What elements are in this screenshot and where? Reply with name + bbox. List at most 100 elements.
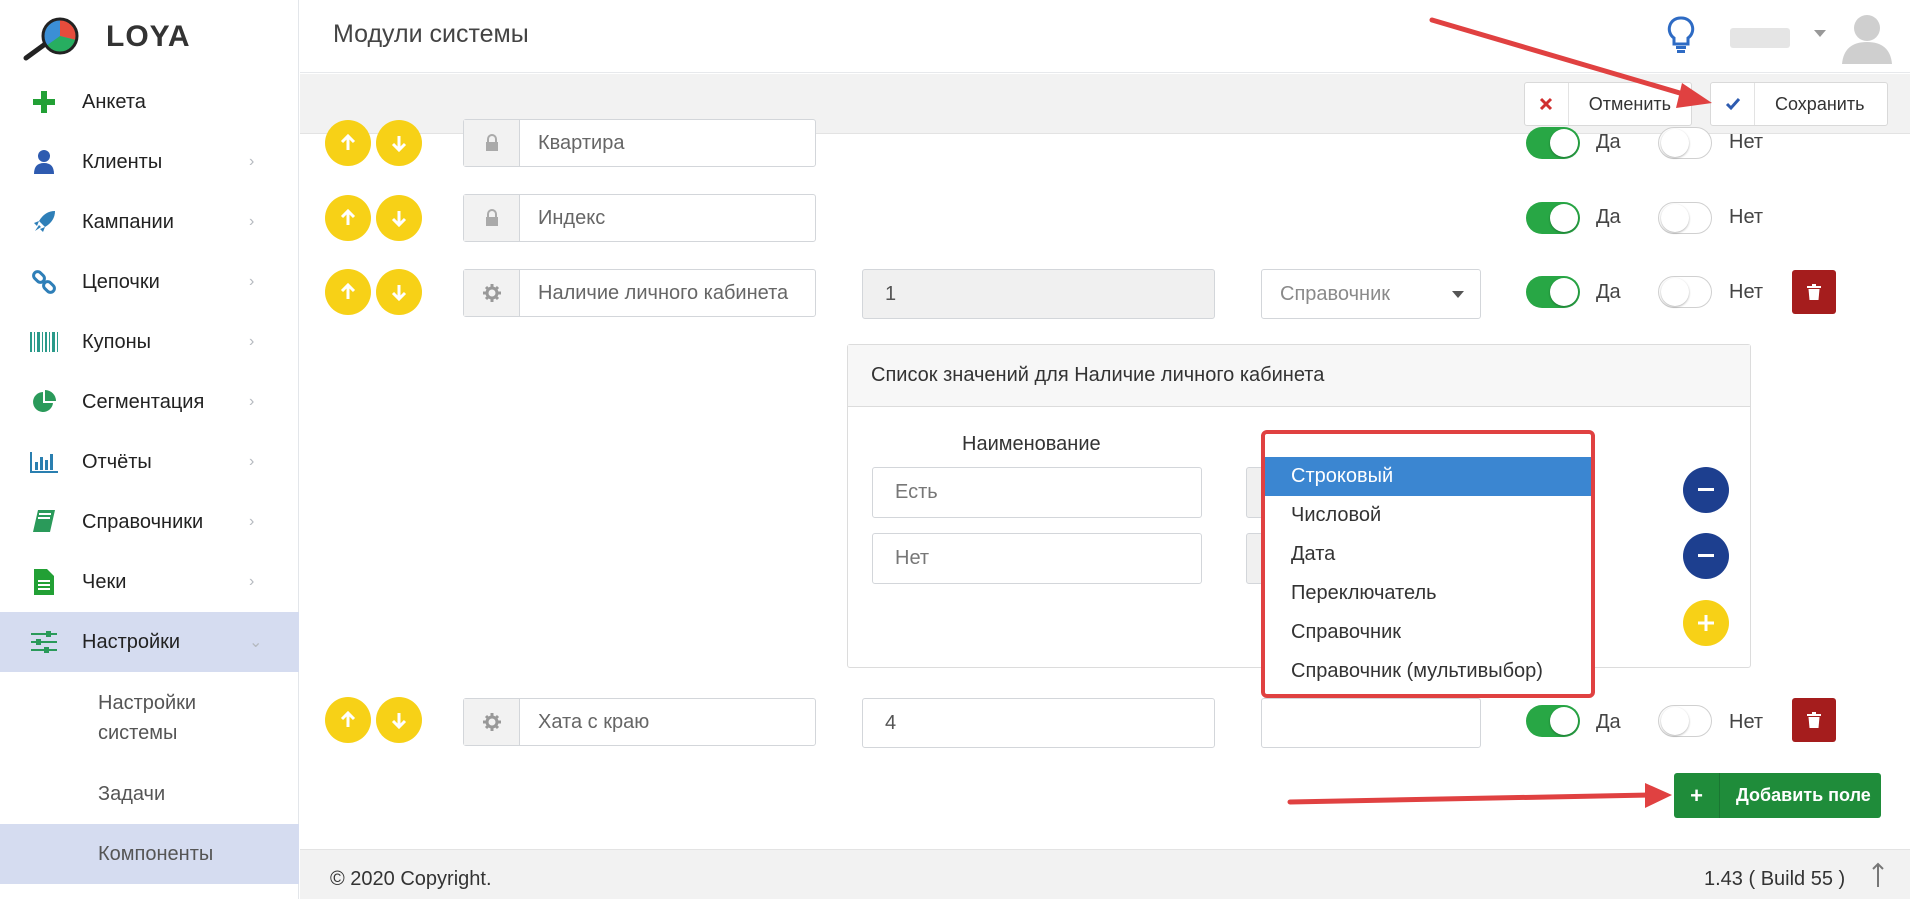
dropdown-option-date[interactable]: Дата [1265,535,1591,574]
logo[interactable] [22,14,84,64]
sidebar-item-questionnaire[interactable]: Анкета [0,72,299,132]
dropdown-option-string[interactable]: Строковый [1265,457,1591,496]
scroll-to-top-icon[interactable] [1871,862,1885,893]
sidebar-item-receipts[interactable]: Чеки › [0,552,299,612]
toggle-no[interactable] [1658,127,1712,159]
toggle-yes[interactable] [1526,276,1580,308]
toggle-no[interactable] [1658,705,1712,737]
field-name-input[interactable]: Индекс [463,194,816,242]
move-down-button[interactable] [376,120,422,166]
toggle-no[interactable] [1658,202,1712,234]
arrow-up-icon [340,209,356,225]
annotation-arrow-add-field [1287,792,1653,805]
sidebar: LOYA Анкета Клиенты › Кампании › Цепочки… [0,0,299,899]
sidebar-subitem-label: Компоненты [98,843,214,865]
toggle-yes[interactable] [1526,202,1580,234]
move-up-button[interactable] [325,697,371,743]
plus-icon [28,86,60,118]
sidebar-subitem-components[interactable]: Компоненты [0,824,299,884]
dropdown-option-directory[interactable]: Справочник [1265,613,1591,652]
lock-icon [464,120,520,166]
sidebar-item-chains[interactable]: Цепочки › [0,252,299,312]
cancel-label: Отменить [1588,93,1671,114]
minus-icon [1698,488,1714,491]
sidebar-item-directories[interactable]: Справочники › [0,492,299,552]
save-button[interactable]: Сохранить [1710,82,1888,126]
chevron-down-icon: ⌄ [249,634,263,651]
sidebar-item-reports[interactable]: Отчёты › [0,432,299,492]
dropdown-option-directory-multi[interactable]: Справочник (мультивыбор) [1265,652,1591,691]
cancel-button[interactable]: Отменить [1524,82,1692,126]
value-name-input[interactable]: Есть [872,467,1202,518]
sidebar-item-segmentation[interactable]: Сегментация › [0,372,299,432]
sidebar-subitem-tasks[interactable]: Задачи [0,764,299,824]
sidebar-item-clients[interactable]: Клиенты › [0,132,299,192]
chevron-right-icon: › [249,393,255,410]
move-up-button[interactable] [325,120,371,166]
dropdown-option-number[interactable]: Числовой [1265,496,1591,535]
version: 1.43 ( Build 55 ) [1704,868,1846,890]
arrow-down-icon [391,136,407,152]
move-up-button[interactable] [325,195,371,241]
user-name-blurred[interactable] [1730,28,1790,48]
arrow-down-icon [391,285,407,301]
sidebar-item-label: Чеки [82,570,127,593]
dropdown-option-switch[interactable]: Переключатель [1265,574,1591,613]
toggle-yes-label: Да [1596,131,1621,153]
avatar[interactable] [1840,10,1894,69]
chevron-right-icon: › [249,213,255,230]
document-icon [28,566,60,598]
field-name: Наличие личного кабинета [538,281,789,304]
sidebar-item-coupons[interactable]: Купоны › [0,312,299,372]
toggle-no-label: Нет [1729,711,1764,733]
field-order-input[interactable]: 1 [862,269,1215,319]
field-name-input[interactable]: Хата с краю [463,698,816,746]
footer: © 2020 Copyright. 1.43 ( Build 55 ) [300,849,1910,899]
field-order-input[interactable]: 4 [862,698,1215,748]
toggle-no[interactable] [1658,276,1712,308]
value-name-input[interactable]: Нет [872,533,1202,584]
gear-icon [464,699,520,745]
plus-icon [1698,615,1714,631]
field-type-dropdown: Строковый Числовой Дата Переключатель Сп… [1261,430,1595,698]
field-type-select[interactable] [1261,698,1481,748]
toggle-yes[interactable] [1526,705,1580,737]
arrow-up-icon [340,134,356,150]
sidebar-item-settings[interactable]: Настройки ⌄ [0,612,299,672]
sliders-icon [28,626,60,658]
move-down-button[interactable] [376,697,422,743]
add-value-button[interactable] [1683,600,1729,646]
sidebar-item-campaigns[interactable]: Кампании › [0,192,299,252]
move-down-button[interactable] [376,195,422,241]
add-field-button[interactable]: + Добавить поле [1674,773,1881,818]
field-name: Хата с краю [538,710,650,733]
delete-button[interactable] [1792,270,1836,314]
toggle-yes[interactable] [1526,127,1580,159]
chevron-right-icon: › [249,453,255,470]
sidebar-subitem-label: Задачи [98,783,166,805]
toggle-no-label: Нет [1729,206,1764,228]
chevron-right-icon: › [249,153,255,170]
sidebar-item-label: Кампании [82,210,174,233]
field-type-select[interactable]: Справочник [1261,269,1481,319]
move-up-button[interactable] [325,269,371,315]
lightbulb-icon[interactable] [1666,16,1696,59]
lock-icon [464,195,520,241]
save-label: Сохранить [1775,93,1865,114]
sidebar-subitem-system-settings[interactable]: Настройки системы [0,672,299,764]
rocket-icon [28,206,60,238]
move-down-button[interactable] [376,269,422,315]
remove-value-button[interactable] [1683,533,1729,579]
pie-chart-icon [28,386,60,418]
sidebar-subitem-label: Настройки системы [98,692,197,744]
bar-chart-icon [28,446,60,478]
values-panel-header: Список значений для Наличие личного каби… [848,345,1750,407]
chevron-right-icon: › [249,273,255,290]
close-icon [1525,83,1569,125]
field-name-input[interactable]: Квартира [463,119,816,167]
link-icon [28,266,60,298]
field-name-input[interactable]: Наличие личного кабинета [463,269,816,317]
remove-value-button[interactable] [1683,467,1729,513]
chevron-down-icon[interactable] [1814,30,1826,37]
delete-button[interactable] [1792,698,1836,742]
